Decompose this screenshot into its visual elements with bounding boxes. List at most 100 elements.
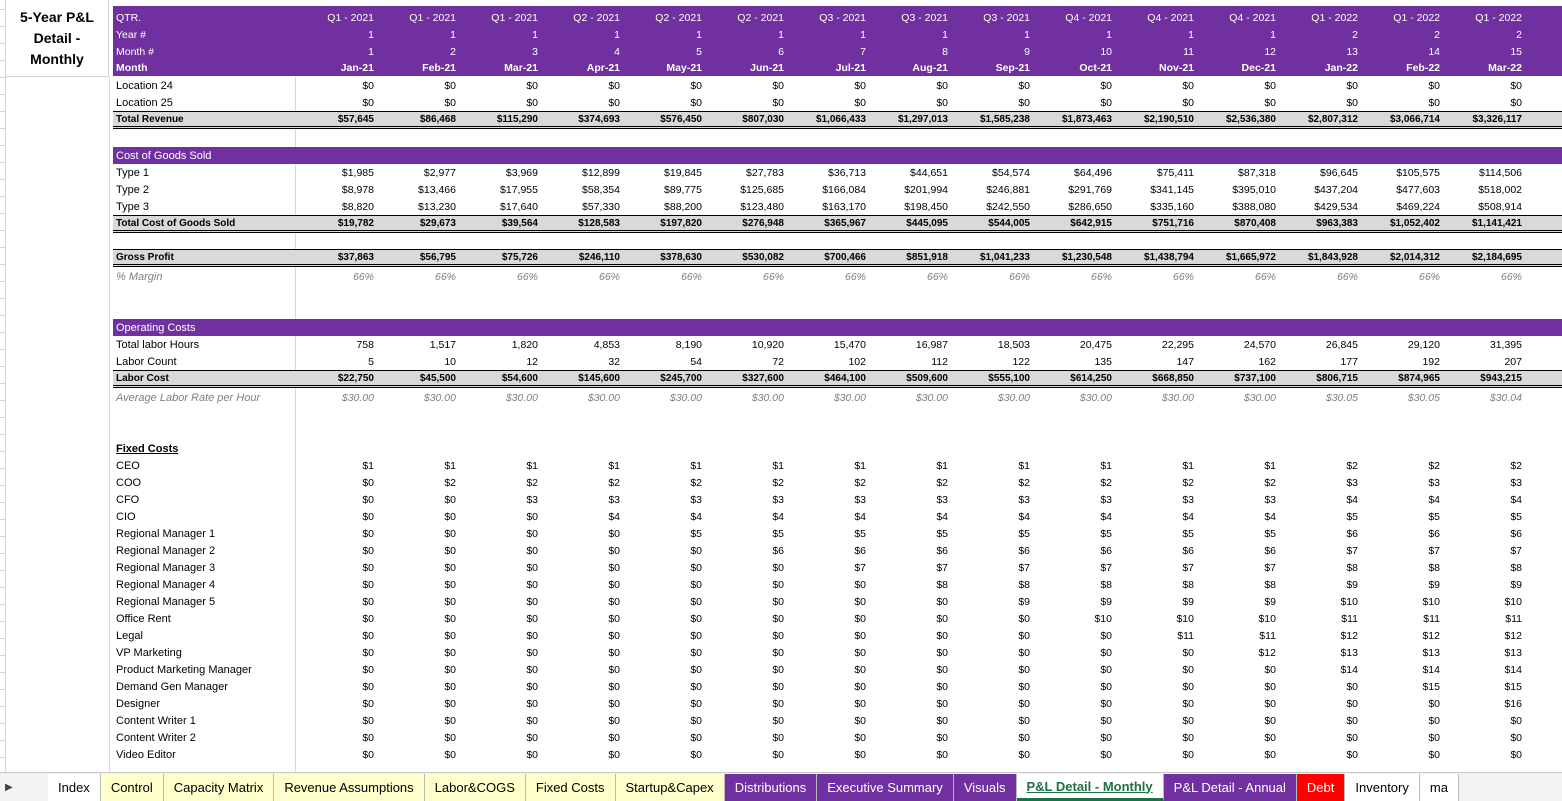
cell[interactable]: $1,985 xyxy=(295,167,377,179)
cell[interactable]: 1 xyxy=(1197,29,1279,41)
cell[interactable]: $0 xyxy=(787,664,869,676)
cell[interactable]: 2 xyxy=(377,46,459,58)
cell[interactable]: $114,506 xyxy=(1443,167,1525,179)
cell[interactable]: $5 xyxy=(787,528,869,540)
cell[interactable]: Q4 - 2021 xyxy=(1115,12,1197,24)
row-label[interactable]: Regional Manager 1 xyxy=(113,528,295,540)
cell[interactable]: $0 xyxy=(1197,80,1279,92)
cell[interactable]: $0 xyxy=(1033,749,1115,761)
row-label[interactable]: Regional Manager 3 xyxy=(113,562,295,574)
cell[interactable]: 207 xyxy=(1443,356,1525,368)
cell[interactable]: $30.00 xyxy=(787,392,869,404)
cell[interactable]: $0 xyxy=(459,97,541,109)
cell[interactable]: $14 xyxy=(1361,664,1443,676)
cell[interactable]: $0 xyxy=(377,630,459,642)
cell[interactable]: $2 xyxy=(869,477,951,489)
cell[interactable]: $0 xyxy=(541,97,623,109)
cell[interactable]: $6 xyxy=(1197,545,1279,557)
cell[interactable]: 758 xyxy=(295,339,377,351)
cell[interactable]: $11 xyxy=(1443,613,1525,625)
row-label[interactable]: Month # xyxy=(113,46,295,58)
cell[interactable]: $11 xyxy=(1115,630,1197,642)
cell[interactable]: $11 xyxy=(1361,613,1443,625)
cell[interactable]: $10 xyxy=(1361,596,1443,608)
cell[interactable]: $0 xyxy=(295,630,377,642)
cell[interactable]: 1 xyxy=(377,29,459,41)
row-label[interactable]: QTR. xyxy=(113,12,295,24)
cell[interactable]: 66% xyxy=(1033,271,1115,283)
cell[interactable]: $0 xyxy=(541,630,623,642)
cell[interactable]: $6 xyxy=(787,545,869,557)
cell[interactable]: 54 xyxy=(623,356,705,368)
cell[interactable]: $12 xyxy=(1197,647,1279,659)
cell[interactable]: $0 xyxy=(951,613,1033,625)
cell[interactable]: $327,600 xyxy=(705,373,787,384)
cell[interactable]: $14 xyxy=(1443,664,1525,676)
cell[interactable]: 1 xyxy=(541,29,623,41)
cell[interactable]: 5 xyxy=(295,356,377,368)
cell[interactable]: $0 xyxy=(377,511,459,523)
cell[interactable]: $0 xyxy=(623,596,705,608)
cell[interactable]: $8 xyxy=(1279,562,1361,574)
cell[interactable]: $0 xyxy=(295,596,377,608)
cell[interactable]: $0 xyxy=(1115,80,1197,92)
cell[interactable]: $0 xyxy=(377,749,459,761)
cell[interactable]: $30.00 xyxy=(459,392,541,404)
cell[interactable]: $341,145 xyxy=(1115,184,1197,196)
cell[interactable]: 10,920 xyxy=(705,339,787,351)
cell[interactable]: 1 xyxy=(459,29,541,41)
cell[interactable]: 11 xyxy=(1115,46,1197,58)
cell[interactable]: 12 xyxy=(459,356,541,368)
cell[interactable]: $2 xyxy=(1115,477,1197,489)
row-label[interactable]: Legal xyxy=(113,630,295,642)
cell[interactable]: $0 xyxy=(951,80,1033,92)
cell[interactable]: $668,850 xyxy=(1115,373,1197,384)
cell[interactable]: $57,330 xyxy=(541,201,623,213)
cell[interactable]: $6 xyxy=(951,545,1033,557)
cell[interactable]: $0 xyxy=(295,732,377,744)
cell[interactable]: Q4 - 2021 xyxy=(1033,12,1115,24)
cell[interactable]: 1 xyxy=(1115,29,1197,41)
cell[interactable]: 66% xyxy=(1361,271,1443,283)
cell[interactable]: $27,783 xyxy=(705,167,787,179)
cell[interactable]: $8 xyxy=(1361,562,1443,574)
cell[interactable]: $0 xyxy=(1033,664,1115,676)
cell[interactable]: $12 xyxy=(1361,630,1443,642)
cell[interactable]: Jan-22 xyxy=(1279,62,1361,74)
cell[interactable]: $1,873,463 xyxy=(1033,114,1115,125)
cell[interactable]: $0 xyxy=(705,80,787,92)
cell[interactable]: $0 xyxy=(541,579,623,591)
cell[interactable]: $7 xyxy=(787,562,869,574)
cell[interactable]: $576,450 xyxy=(623,114,705,125)
cell[interactable]: $0 xyxy=(541,698,623,710)
cell[interactable]: $388,080 xyxy=(1197,201,1279,213)
cell[interactable]: 1 xyxy=(295,29,377,41)
cell[interactable]: $0 xyxy=(1443,732,1525,744)
cell[interactable]: Jan-21 xyxy=(295,62,377,74)
cell[interactable]: 1 xyxy=(787,29,869,41)
cell[interactable]: $0 xyxy=(459,613,541,625)
cell[interactable]: $0 xyxy=(787,681,869,693)
cell[interactable]: 15,470 xyxy=(787,339,869,351)
cell[interactable]: $429,534 xyxy=(1279,201,1361,213)
cell[interactable]: $8 xyxy=(1115,579,1197,591)
cell[interactable]: $0 xyxy=(295,715,377,727)
cell[interactable]: 13 xyxy=(1279,46,1361,58)
cell[interactable]: $0 xyxy=(459,579,541,591)
cell[interactable]: $9 xyxy=(1115,596,1197,608)
row-label[interactable]: Year # xyxy=(113,29,295,41)
cell[interactable]: $3,066,714 xyxy=(1361,114,1443,125)
cell[interactable]: $8 xyxy=(1033,579,1115,591)
cell[interactable]: $0 xyxy=(623,715,705,727)
cell[interactable]: $0 xyxy=(459,681,541,693)
cell[interactable]: $15 xyxy=(1361,681,1443,693)
cell[interactable]: $115,290 xyxy=(459,114,541,125)
cell[interactable]: 31,395 xyxy=(1443,339,1525,351)
cell[interactable]: $4 xyxy=(1279,494,1361,506)
cell[interactable]: $807,030 xyxy=(705,114,787,125)
cell[interactable]: $9 xyxy=(1443,579,1525,591)
cell[interactable]: $58,354 xyxy=(541,184,623,196)
cell[interactable]: 66% xyxy=(705,271,787,283)
cell[interactable]: $0 xyxy=(705,681,787,693)
cell[interactable]: Q2 - 2021 xyxy=(541,12,623,24)
